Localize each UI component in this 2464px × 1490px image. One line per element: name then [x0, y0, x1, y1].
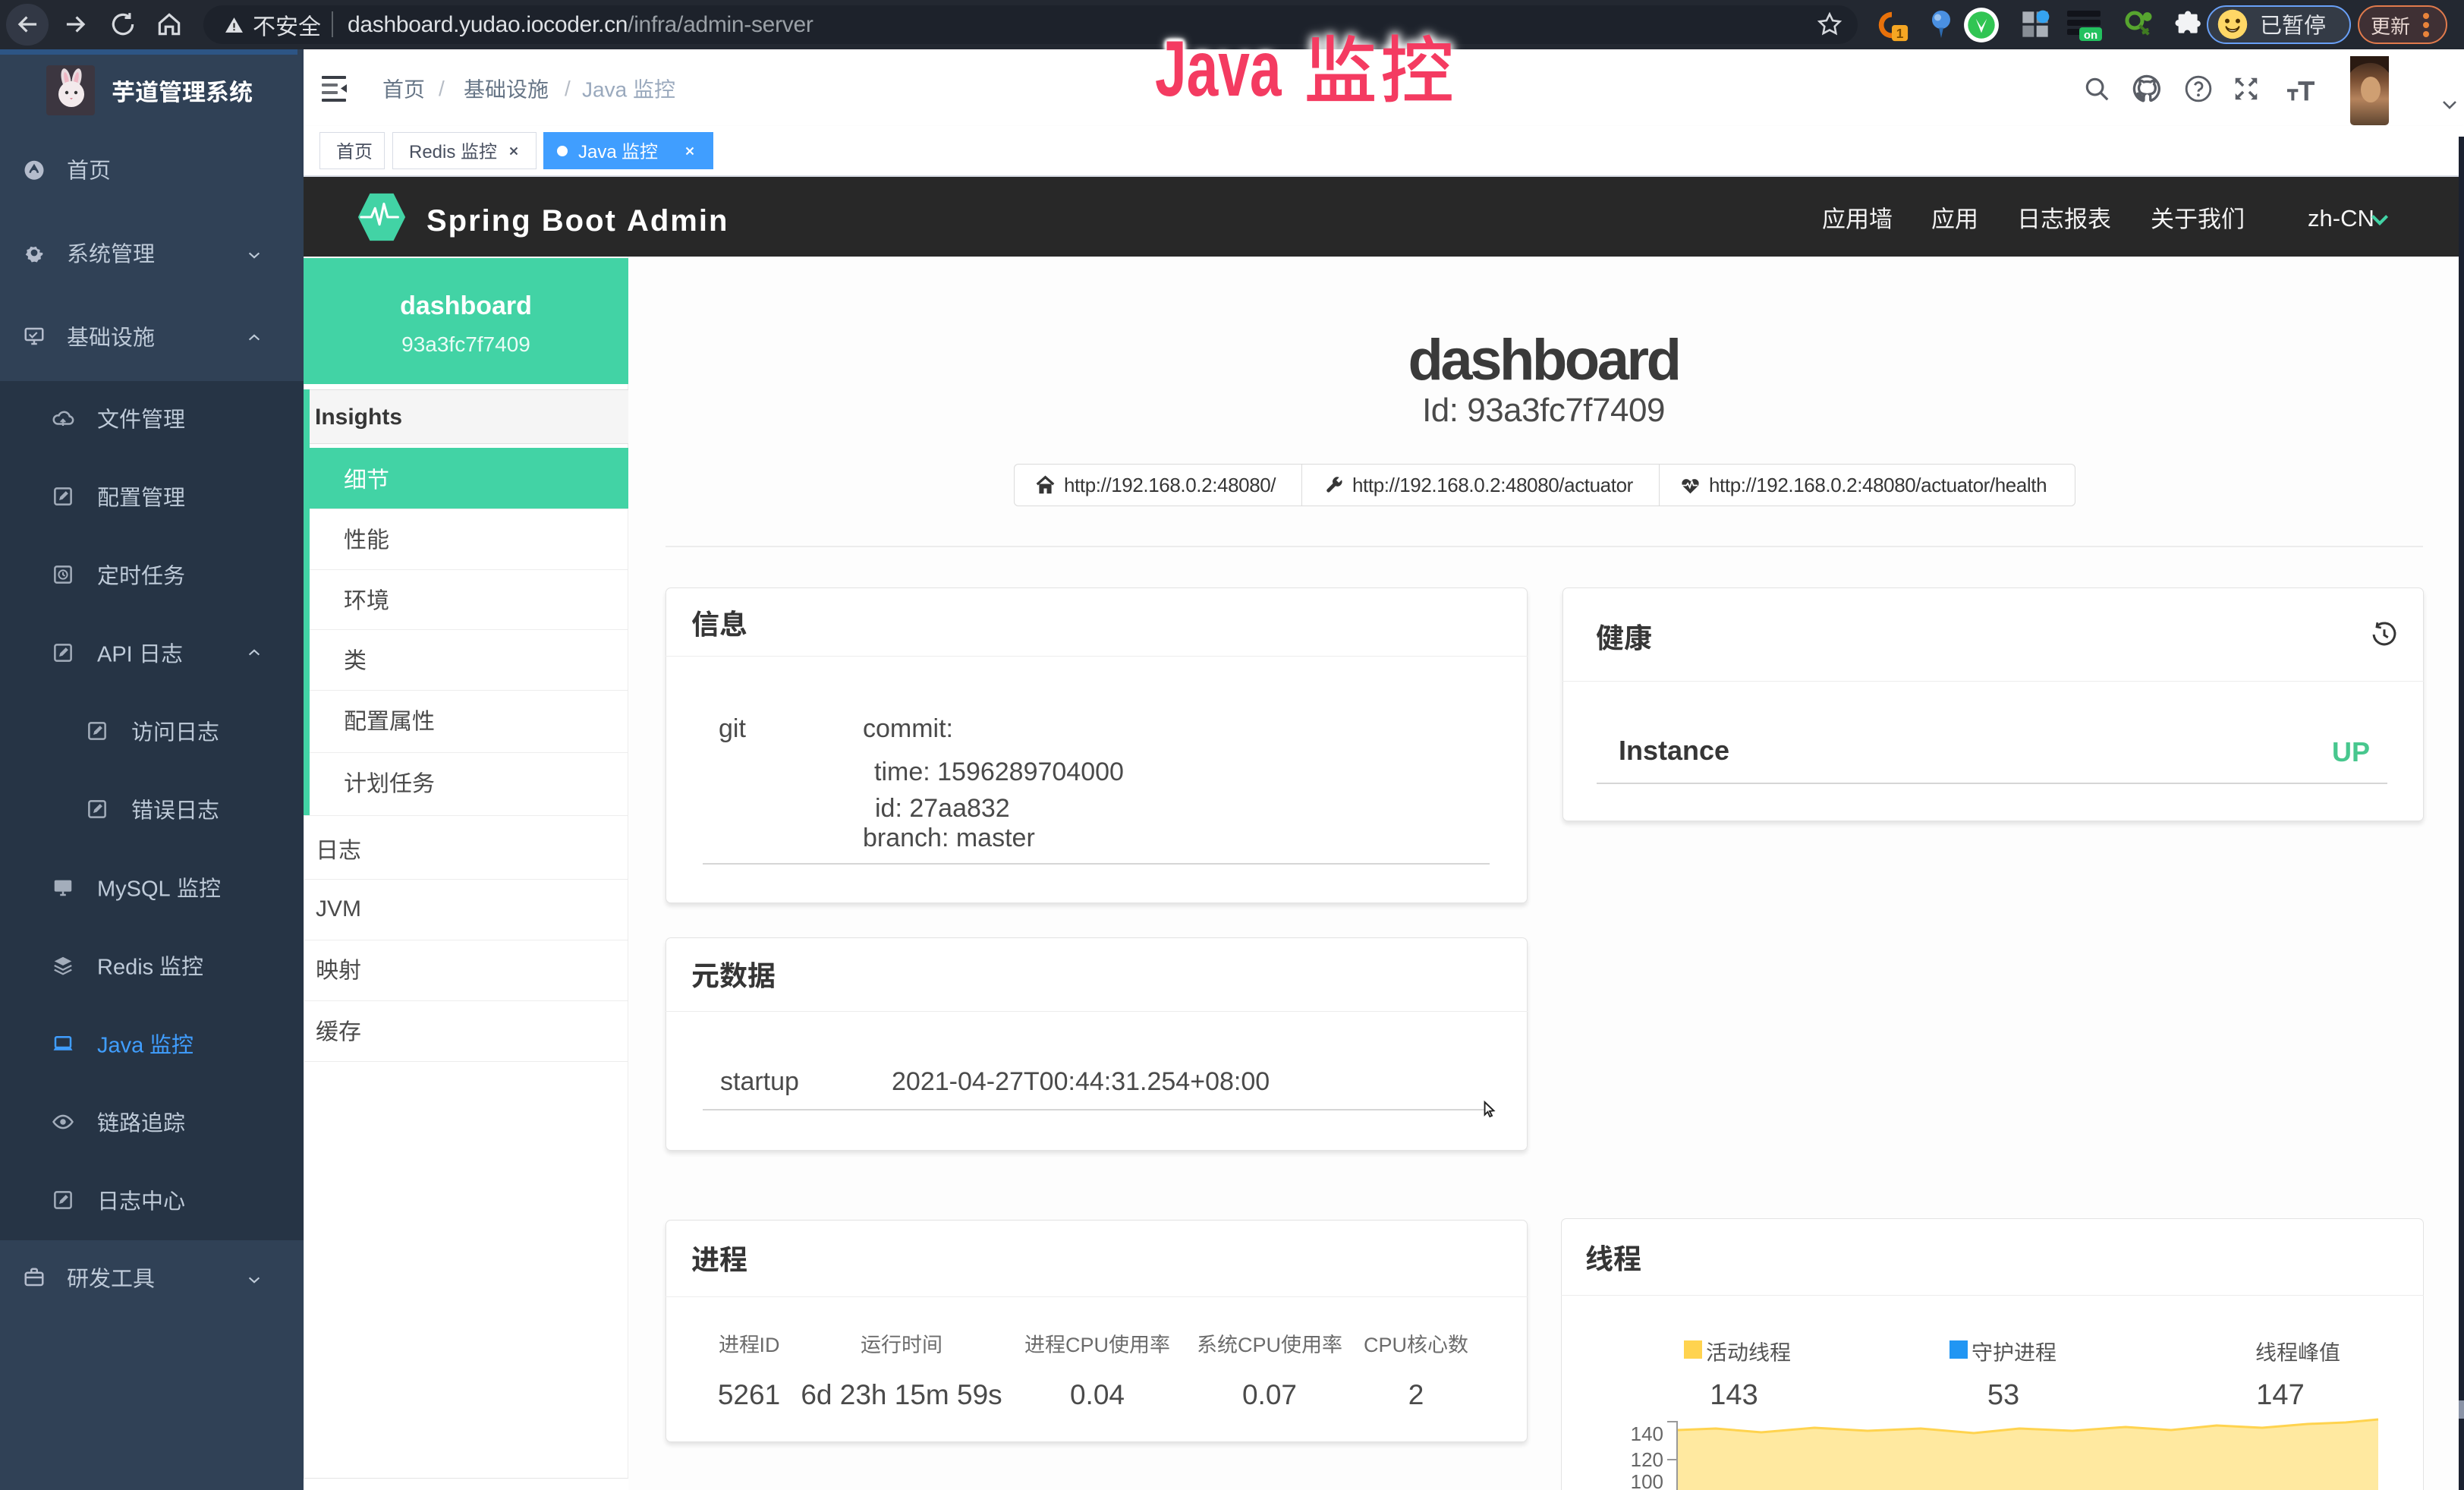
svg-text:1: 1: [1896, 26, 1904, 41]
svg-text:on: on: [2084, 29, 2097, 42]
